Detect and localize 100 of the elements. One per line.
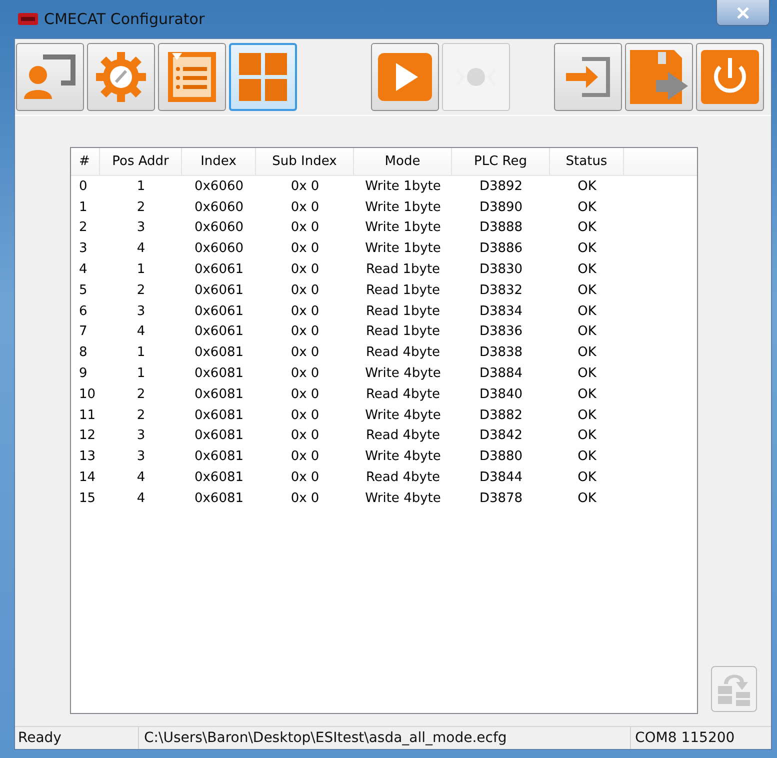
table-cell-text: 5 (78, 282, 88, 300)
table-cell-text: 0x6081 (193, 490, 245, 508)
table-cell-text: 3 (136, 219, 146, 238)
file-path: C:\Users\Baron\Desktop\ESItest\asda_all_mode.ecfg (139, 727, 631, 749)
table-cell-text: D3888 (478, 219, 524, 238)
table-cell-text: OK (576, 365, 598, 384)
column-header[interactable]: Status (550, 148, 624, 175)
column-header[interactable]: # (71, 148, 100, 175)
table-cell-text: OK (576, 198, 598, 217)
table-cell-text: Read 4byte (364, 344, 442, 362)
table-cell-text: 0x6061 (193, 282, 245, 300)
table-cell-text: Write 4byte (364, 406, 442, 425)
table-cell-text: 3 (136, 427, 146, 446)
grid-button[interactable] (229, 43, 297, 111)
column-header[interactable]: Mode (354, 148, 452, 175)
column-header[interactable]: Pos Addr (100, 148, 182, 175)
table-cell-text: 2 (136, 406, 146, 425)
table-cell-text: 4 (136, 490, 146, 508)
list-button[interactable] (158, 43, 226, 111)
settings-button[interactable] (87, 43, 155, 111)
table-cell-text: Read 1byte (364, 282, 442, 300)
table-cell-text: OK (576, 406, 598, 425)
table-cell-text: 0x6060 (193, 178, 245, 196)
table-cell-text: 0x 0 (290, 427, 320, 446)
column-header[interactable]: Index (182, 148, 256, 175)
close-button[interactable] (716, 0, 770, 26)
table-cell-text: 3 (136, 448, 146, 466)
table-cell-text: OK (576, 261, 598, 280)
table-cell-text: D3834 (478, 302, 524, 321)
table-cell-text: 11 (78, 406, 97, 425)
table-cell-text: 1 (136, 365, 146, 384)
table-cell-text: 0x6060 (193, 240, 245, 258)
table-cell-text: OK (576, 490, 598, 508)
table-cell-text: OK (576, 448, 598, 466)
table-cell-text: Write 4byte (364, 490, 442, 508)
table-cell-text: 0x 0 (290, 198, 320, 217)
table-cell-text: 2 (136, 386, 146, 404)
table-cell-text: 6 (78, 302, 88, 321)
table-cell-text: D3884 (478, 365, 524, 384)
save-icon (628, 48, 690, 106)
table-cell-text: OK (576, 178, 598, 196)
table-cell-text: 0 (78, 178, 88, 196)
table-cell-text: 13 (78, 448, 97, 466)
table-cell-text: Write 4byte (364, 448, 442, 466)
table-cell-text: 0x 0 (290, 469, 320, 488)
table-cell-text: OK (576, 344, 598, 362)
table-cell-text: 0x6081 (193, 406, 245, 425)
play-button[interactable] (371, 43, 439, 111)
table-cell-text: OK (576, 240, 598, 258)
table-cell-text: Read 4byte (364, 386, 442, 404)
table-cell-text: D3878 (478, 490, 524, 508)
close-icon (736, 6, 750, 18)
connect-button[interactable] (16, 43, 84, 111)
table-cell-text: D3840 (478, 386, 524, 404)
table-cell-text: 3 (78, 240, 88, 258)
table-cell-text: D3832 (478, 282, 524, 300)
table-cell-text: Write 1byte (364, 240, 442, 258)
table-cell-text: Read 4byte (364, 427, 442, 446)
table-cell-text: 0x6081 (193, 448, 245, 466)
table-cell-text: 0x6060 (193, 198, 245, 217)
table-cell-text: Read 1byte (364, 323, 442, 342)
table-cell-text: 10 (78, 386, 97, 404)
column-header[interactable]: PLC Reg (452, 148, 550, 175)
table-cell-text: 3 (136, 302, 146, 321)
table-cell-text: 1 (136, 261, 146, 280)
column-header[interactable]: Sub Index (256, 148, 354, 175)
power-button[interactable] (696, 43, 764, 111)
table-cell-text: Read 1byte (364, 261, 442, 280)
table-cell-text: 0x6081 (193, 365, 245, 384)
table-cell-text: 0x6081 (193, 469, 245, 488)
table-cell-text: 0x 0 (290, 178, 320, 196)
app-logo-icon (18, 13, 38, 25)
table-cell-text: 1 (136, 178, 146, 196)
table-cell-text: Write 1byte (364, 198, 442, 217)
table-cell-text: 7 (78, 323, 88, 342)
table-cell-text: 14 (78, 469, 97, 488)
table-cell-text: 9 (78, 365, 88, 384)
table-cell-text: 8 (78, 344, 88, 362)
table-cell-text: D3880 (478, 448, 524, 466)
port-status: COM8 115200 (634, 729, 736, 748)
table-cell-text: 1 (136, 344, 146, 362)
table-cell-text: 0x6081 (193, 344, 245, 362)
table-cell-text: 0x 0 (290, 282, 320, 300)
table-cell-text: 0x 0 (290, 365, 320, 384)
table-cell-text: OK (576, 427, 598, 446)
save-button[interactable] (625, 43, 693, 111)
table-cell-text: D3886 (478, 240, 524, 258)
table-cell-text: OK (576, 219, 598, 238)
table-cell-text: 0x 0 (290, 448, 320, 466)
table-cell-text: 0x6081 (193, 427, 245, 446)
table-cell-text: 15 (78, 490, 97, 508)
table-cell-text: Read 1byte (364, 302, 442, 321)
table-cell-text: Read 4byte (364, 469, 442, 488)
import-button[interactable] (554, 43, 622, 111)
table-cell-text: 0x 0 (290, 240, 320, 258)
table-cell-text: 0x 0 (290, 386, 320, 404)
table-cell-text: OK (576, 386, 598, 404)
table-cell-text: 1 (78, 198, 88, 217)
play-icon (376, 51, 434, 103)
table-cell-text: Write 1byte (364, 219, 442, 238)
